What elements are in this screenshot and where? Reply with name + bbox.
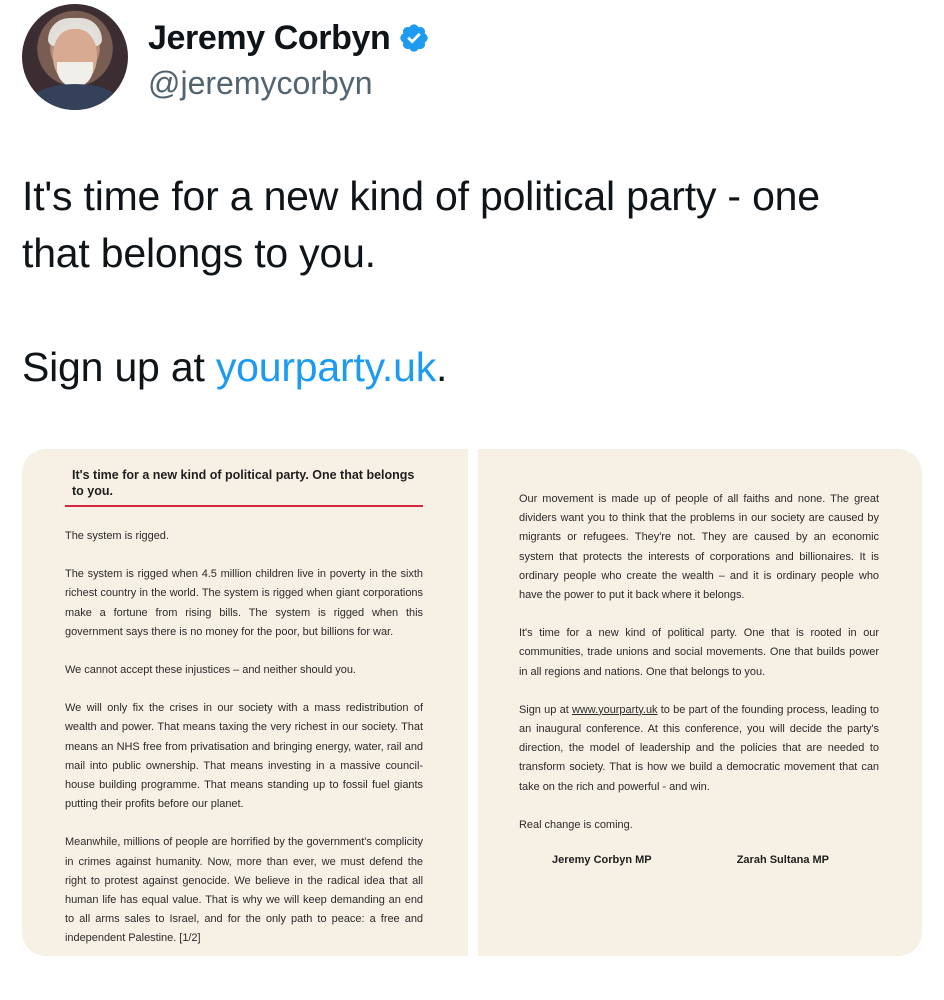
- letter-closing: Real change is coming.: [519, 818, 633, 831]
- tweet-media-image[interactable]: It's time for a new kind of political pa…: [22, 449, 922, 956]
- tweet-header: Jeremy Corbyn @jeremycorbyn: [22, 4, 922, 110]
- letter-page-1: It's time for a new kind of political pa…: [22, 449, 468, 956]
- verified-check-icon: [398, 22, 430, 54]
- letter-signup-rest: to be part of the founding process, lead…: [519, 703, 879, 793]
- author-name-row: Jeremy Corbyn: [148, 18, 430, 58]
- yourparty-link[interactable]: yourparty.uk: [216, 344, 436, 390]
- tweet-text: It's time for a new kind of political pa…: [22, 168, 922, 396]
- title-underline: [65, 505, 423, 507]
- letter-page-2: Our movement is made up of people of all…: [478, 449, 922, 956]
- letter-signup-paragraph: Sign up at www.yourparty.uk to be part o…: [519, 701, 879, 797]
- author-handle[interactable]: @jeremycorbyn: [148, 63, 373, 103]
- tweet-signup-prefix: Sign up at: [22, 344, 216, 390]
- tweet-signup-suffix: .: [436, 344, 448, 390]
- author-display-name[interactable]: Jeremy Corbyn: [148, 18, 391, 58]
- avatar[interactable]: [22, 4, 128, 110]
- letter-signup-link: www.yourparty.uk: [571, 703, 658, 716]
- signature-jeremy-corbyn: Jeremy Corbyn MP: [552, 854, 652, 867]
- letter-signatures: Jeremy Corbyn MP Zarah Sultana MP: [552, 854, 829, 866]
- letter-paragraph-7: It's time for a new kind of political pa…: [519, 627, 879, 678]
- letter-paragraph-3: We cannot accept these injustices – and …: [65, 664, 356, 677]
- letter-title: It's time for a new kind of political pa…: [72, 468, 415, 498]
- signature-zarah-sultana: Zarah Sultana MP: [736, 854, 829, 867]
- letter-paragraph-2: The system is rigged when 4.5 million ch…: [65, 568, 423, 638]
- letter-paragraph-6: Our movement is made up of people of all…: [519, 493, 879, 602]
- letter-paragraph-4: We will only fix the crises in our socie…: [65, 702, 423, 811]
- letter-signup-prefix: Sign up at: [519, 703, 572, 716]
- letter-paragraph-1: The system is rigged.: [65, 530, 169, 542]
- tweet-signup-line: Sign up at yourparty.uk.: [22, 339, 922, 396]
- letter-paragraph-5: Meanwhile, millions of people are horrif…: [65, 836, 423, 945]
- avatar-shirt: [32, 84, 118, 110]
- tweet-line-2: that belongs to you.: [22, 230, 376, 276]
- tweet-line-1: It's time for a new kind of political pa…: [22, 173, 820, 219]
